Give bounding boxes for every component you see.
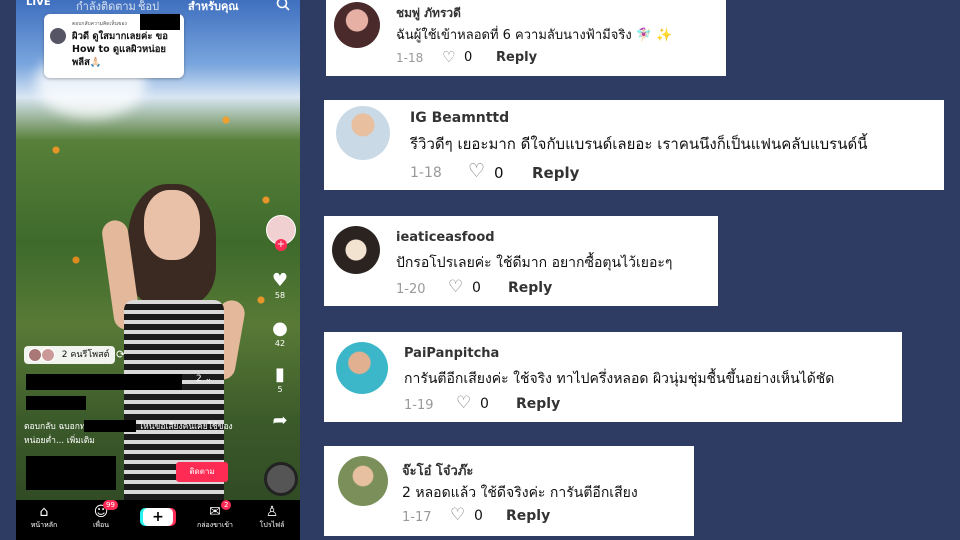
comment-username[interactable]: ieaticeasfood (396, 230, 495, 245)
nav-home[interactable]: ⌂ หน้าหลัก (16, 504, 72, 531)
redacted-username (26, 374, 182, 390)
refresh-icon: ⟳ (116, 348, 126, 361)
create-icon: + (143, 508, 173, 526)
share-button[interactable]: ➦ (262, 411, 298, 431)
friend-avatar (40, 347, 55, 362)
nav-label: โปรไฟล์ (259, 521, 285, 529)
bookmark-icon: ▮ (275, 364, 285, 385)
like-count: 0 (494, 164, 504, 182)
comment-username[interactable]: จ๊ะโอ๋ โจ๋วภ๊ะ (402, 460, 473, 481)
comment-card: PaiPanpitcha การันตีอีกเสียงค่ะ ใช้จริง … (324, 332, 902, 422)
comment-text: การันตีอีกเสียงค่ะ ใช้จริง ทาไปครึ่งหลอด… (404, 371, 835, 387)
comment-date: 1-18 (410, 165, 442, 181)
comment-text: ฉันผู้ใช้เข้าหลอดที่ 6 ความลับนางฟ้ามีจร… (396, 28, 673, 43)
follow-plus-icon[interactable]: + (275, 239, 287, 251)
nav-inbox[interactable]: ✉ 2 กล่องขาเข้า (187, 500, 243, 531)
comment-text: รีวิวดีๆ เยอะมาก ดีใจกับแบรนด์เลยอะ เราค… (410, 135, 868, 153)
avatar (332, 226, 380, 274)
comment-card: จ๊ะโอ๋ โจ๋วภ๊ะ 2 หลอดแล้ว ใช้ดีจริงค่ะ ก… (324, 446, 694, 536)
video-screenshot: LIVE กำลังติดตาม ช็อป สำหรับคุณ ตอบกลับค… (16, 0, 300, 540)
top-nav: LIVE กำลังติดตาม ช็อป สำหรับคุณ (16, 0, 300, 14)
comment-button[interactable]: ● 42 (262, 318, 298, 349)
nav-label: เพื่อน (93, 521, 109, 529)
comment-date: 1-18 (396, 51, 424, 65)
bottom-nav: ⌂ หน้าหลัก ☺ 99 เพื่อน + ✉ 2 กล่องขาเข้า… (16, 500, 300, 540)
creator-avatar[interactable]: + (262, 215, 298, 255)
like-count: 58 (274, 291, 286, 300)
comment-card: ieaticeasfood ปักรอโปรเลยค่ะ ใช้ดีมาก อย… (324, 216, 718, 306)
reply-card-text: ผิวดี ดูใสมากเลยค่ะ ขอ How to ดูแลผิวหน่… (72, 31, 168, 68)
tab-shop[interactable]: ช็อป (138, 0, 159, 15)
avatar (336, 342, 388, 394)
save-button[interactable]: ▮ 5 (262, 364, 298, 395)
comment-username[interactable]: ชมพู่ ภัทรวดี (396, 4, 461, 23)
redacted-block (140, 14, 180, 30)
heart-icon: ♥ (271, 270, 289, 291)
comment-text: 2 หลอดแล้ว ใช้ดีจริงค่ะ การันตีอีกเสียง (402, 485, 638, 501)
profile-icon: ♙ (265, 504, 279, 520)
reply-card-header: ตอบกลับความคิดเห็นของ (72, 21, 127, 27)
like-button[interactable]: ♥ 58 (262, 270, 298, 301)
chevron-down-icon: ⌄ (204, 374, 213, 384)
friend-avatar (28, 347, 42, 362)
friends-icon: ☺ (93, 504, 109, 520)
reply-button[interactable]: Reply (508, 280, 552, 296)
repost-indicator[interactable]: 2 คนรีโพสต์ (24, 346, 116, 364)
like-count: 0 (472, 280, 481, 296)
reply-button[interactable]: Reply (496, 50, 537, 65)
reply-button[interactable]: Reply (506, 508, 550, 524)
comment-card: IG Beamnttd รีวิวดีๆ เยอะมาก ดีใจกับแบรน… (324, 100, 944, 190)
avatar (334, 2, 380, 48)
music-disc-icon[interactable] (264, 462, 298, 496)
nav-label: กล่องขาเข้า (197, 521, 233, 529)
live-tab[interactable]: LIVE (26, 0, 51, 8)
comment-date: 1-17 (402, 510, 432, 525)
nav-friends[interactable]: ☺ 99 เพื่อน (73, 500, 129, 531)
heart-icon[interactable]: ♡ (448, 277, 463, 297)
tab-for-you[interactable]: สำหรับคุณ (188, 0, 239, 15)
reply-button[interactable]: Reply (532, 164, 579, 182)
redacted-block (26, 396, 86, 410)
heart-icon[interactable]: ♡ (468, 160, 485, 182)
follow-button[interactable]: ติดตาม (176, 462, 228, 482)
dropdown[interactable]: 2 ⌄ (196, 374, 212, 384)
repost-label: 2 คนรีโพสต์ (61, 350, 110, 360)
inbox-icon: ✉ (209, 504, 221, 520)
heart-icon[interactable]: ♡ (450, 505, 465, 525)
friends-badge: 99 (103, 500, 118, 510)
create-button[interactable]: + (130, 508, 186, 526)
replied-comment-card: ตอบกลับความคิดเห็นของ ผิวดี ดูใสมากเลยค่… (44, 14, 184, 78)
avatar (338, 456, 388, 506)
search-icon[interactable] (276, 0, 290, 14)
home-icon: ⌂ (39, 504, 49, 520)
nav-profile[interactable]: ♙ โปรไฟล์ (244, 504, 300, 531)
tab-following[interactable]: กำลังติดตาม (76, 0, 136, 15)
comment-date: 1-19 (404, 398, 434, 413)
reply-button[interactable]: Reply (516, 396, 560, 412)
heart-icon[interactable]: ♡ (442, 48, 455, 66)
save-count: 5 (277, 385, 283, 394)
comment-card: ชมพู่ ภัทรวดี ฉันผู้ใช้เข้าหลอดที่ 6 ควา… (326, 0, 726, 76)
comment-username[interactable]: IG Beamnttd (410, 110, 509, 126)
comment-text: ปักรอโปรเลยค่ะ ใช้ดีมาก อยากซื้อตุนไว้เย… (396, 255, 673, 271)
nav-label: หน้าหลัก (30, 521, 58, 529)
heart-icon[interactable]: ♡ (456, 393, 471, 413)
redacted-block (84, 420, 136, 432)
share-icon: ➦ (272, 410, 288, 431)
like-count: 0 (464, 50, 473, 65)
redacted-block (26, 456, 116, 490)
comment-username[interactable]: PaiPanpitcha (404, 346, 499, 361)
avatar (50, 28, 66, 44)
dropdown-value: 2 (196, 374, 202, 384)
comment-icon: ● (272, 318, 288, 339)
comment-count: 42 (274, 339, 286, 348)
like-count: 0 (474, 508, 483, 524)
avatar (336, 106, 390, 160)
comment-date: 1-20 (396, 282, 426, 297)
like-count: 0 (480, 396, 489, 412)
